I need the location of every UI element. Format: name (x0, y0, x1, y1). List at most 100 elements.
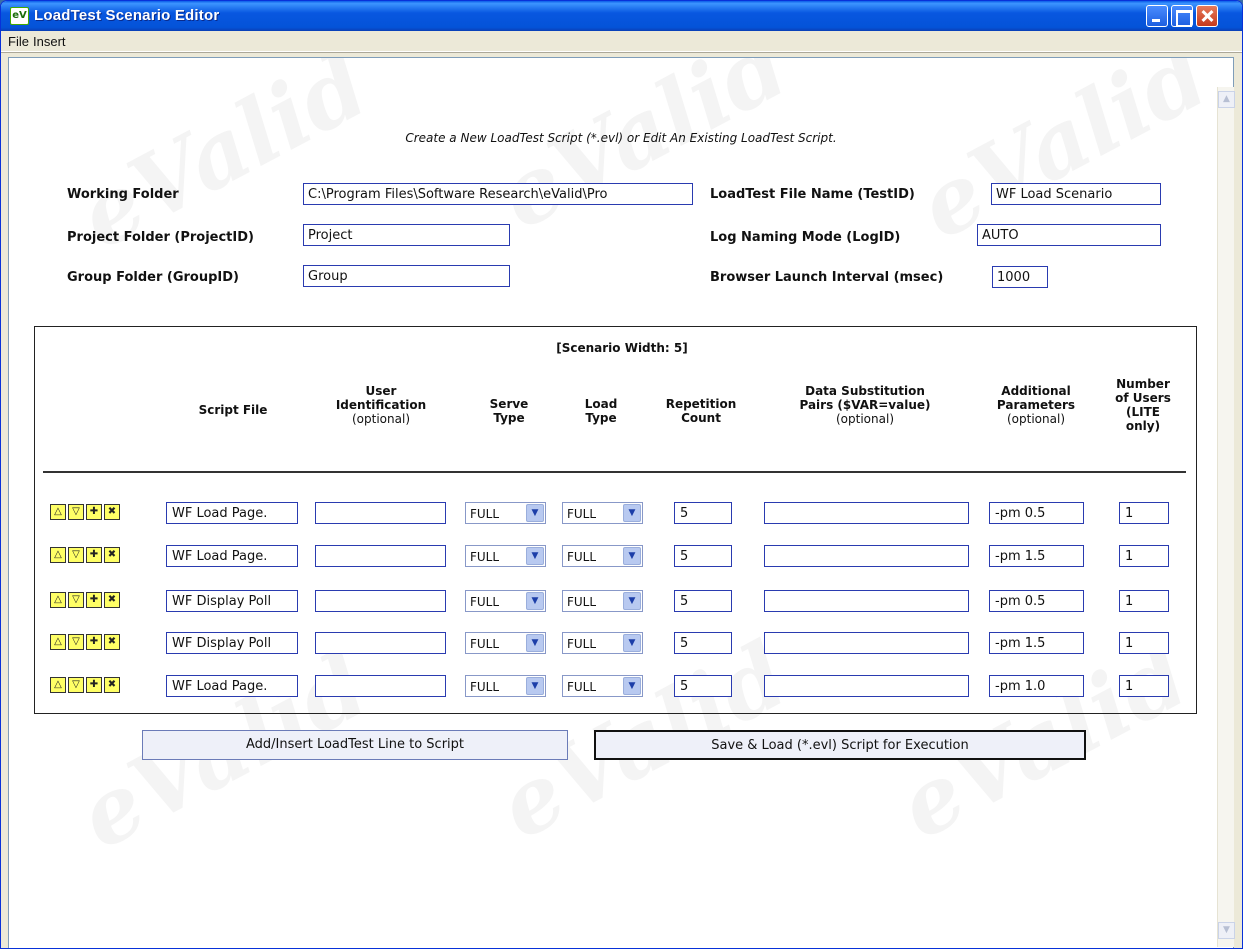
repetition-count-field[interactable]: 5 (674, 675, 732, 697)
vertical-scrollbar[interactable]: ▲ ▼ (1217, 87, 1235, 947)
delete-icon[interactable]: ✖ (104, 634, 120, 650)
serve-type-select[interactable]: FULL ▼ (465, 675, 546, 697)
chevron-down-icon[interactable]: ▼ (623, 677, 641, 695)
data-substitution-field[interactable] (764, 502, 969, 524)
project-folder-field[interactable]: Project (303, 224, 510, 246)
load-type-select[interactable]: FULL ▼ (562, 502, 643, 524)
launch-interval-label: Browser Launch Interval (msec) (710, 270, 944, 285)
chevron-down-icon[interactable]: ▼ (526, 504, 544, 522)
up-arrow-icon-glyph: △ (54, 636, 62, 647)
serve-type-select[interactable]: FULL ▼ (465, 545, 546, 567)
down-arrow-icon[interactable]: ▽ (68, 592, 84, 608)
down-arrow-icon-glyph: ▽ (72, 506, 80, 517)
additional-parameters-field[interactable]: -pm 1.5 (989, 632, 1084, 654)
number-of-users-field[interactable]: 1 (1119, 675, 1169, 697)
up-arrow-icon[interactable]: △ (50, 504, 66, 520)
additional-parameters-field[interactable]: -pm 0.5 (989, 590, 1084, 612)
serve-type-value: FULL (470, 507, 500, 521)
group-folder-field[interactable]: Group (303, 265, 510, 287)
up-arrow-icon[interactable]: △ (50, 592, 66, 608)
delete-icon[interactable]: ✖ (104, 504, 120, 520)
up-arrow-icon[interactable]: △ (50, 677, 66, 693)
up-arrow-icon[interactable]: △ (50, 547, 66, 563)
add-insert-line-button[interactable]: Add/Insert LoadTest Line to Script (142, 730, 568, 760)
number-of-users-field[interactable]: 1 (1119, 590, 1169, 612)
number-of-users-field[interactable]: 1 (1119, 545, 1169, 567)
script-file-field[interactable]: WF Display Poll (166, 632, 298, 654)
number-of-users-field[interactable]: 1 (1119, 502, 1169, 524)
add-icon-glyph: ✚ (89, 549, 99, 560)
log-naming-field[interactable]: AUTO (977, 224, 1161, 246)
down-arrow-icon[interactable]: ▽ (68, 634, 84, 650)
serve-type-select[interactable]: FULL ▼ (465, 632, 546, 654)
loadtest-file-field[interactable]: WF Load Scenario (991, 183, 1161, 205)
down-arrow-icon[interactable]: ▽ (68, 504, 84, 520)
add-icon[interactable]: ✚ (86, 504, 102, 520)
user-id-field[interactable] (315, 545, 446, 567)
delete-icon[interactable]: ✖ (104, 547, 120, 563)
add-icon[interactable]: ✚ (86, 547, 102, 563)
data-substitution-field[interactable] (764, 545, 969, 567)
chevron-down-icon[interactable]: ▼ (526, 677, 544, 695)
chevron-down-icon[interactable]: ▼ (526, 592, 544, 610)
save-load-script-button[interactable]: Save & Load (*.evl) Script for Execution (594, 730, 1086, 760)
scroll-down-icon[interactable]: ▼ (1218, 922, 1235, 939)
close-button[interactable] (1196, 5, 1218, 27)
down-arrow-icon-glyph: ▽ (72, 679, 80, 690)
col-header-load-type: Load Type (584, 397, 618, 425)
up-arrow-icon[interactable]: △ (50, 634, 66, 650)
repetition-count-field[interactable]: 5 (674, 502, 732, 524)
user-id-field[interactable] (315, 632, 446, 654)
menu-insert[interactable]: Insert (33, 34, 66, 49)
repetition-count-field[interactable]: 5 (674, 545, 732, 567)
script-file-field[interactable]: WF Load Page. (166, 545, 298, 567)
delete-icon[interactable]: ✖ (104, 592, 120, 608)
maximize-button[interactable] (1171, 5, 1193, 27)
up-arrow-icon-glyph: △ (54, 679, 62, 690)
load-type-select[interactable]: FULL ▼ (562, 675, 643, 697)
down-arrow-icon[interactable]: ▽ (68, 547, 84, 563)
chevron-down-icon[interactable]: ▼ (623, 634, 641, 652)
col-header-number-of-users: Number of Users (LITE only) (1115, 377, 1171, 433)
load-type-select[interactable]: FULL ▼ (562, 590, 643, 612)
add-icon[interactable]: ✚ (86, 592, 102, 608)
chevron-down-icon[interactable]: ▼ (526, 634, 544, 652)
loadtest-file-label: LoadTest File Name (TestID) (710, 187, 915, 202)
repetition-count-field[interactable]: 5 (674, 632, 732, 654)
down-arrow-icon[interactable]: ▽ (68, 677, 84, 693)
repetition-count-field[interactable]: 5 (674, 590, 732, 612)
minimize-button[interactable] (1146, 5, 1168, 27)
scroll-up-icon[interactable]: ▲ (1218, 91, 1235, 108)
data-substitution-field[interactable] (764, 632, 969, 654)
add-icon[interactable]: ✚ (86, 634, 102, 650)
additional-parameters-field[interactable]: -pm 1.0 (989, 675, 1084, 697)
chevron-down-icon[interactable]: ▼ (623, 592, 641, 610)
user-id-field[interactable] (315, 590, 446, 612)
additional-parameters-field[interactable]: -pm 0.5 (989, 502, 1084, 524)
launch-interval-field[interactable]: 1000 (992, 266, 1048, 288)
menu-file[interactable]: File (8, 34, 29, 49)
script-file-field[interactable]: WF Load Page. (166, 675, 298, 697)
load-type-select[interactable]: FULL ▼ (562, 545, 643, 567)
add-icon-glyph: ✚ (89, 594, 99, 605)
title-bar[interactable]: eV LoadTest Scenario Editor (1, 1, 1242, 31)
script-file-field[interactable]: WF Display Poll (166, 590, 298, 612)
chevron-down-icon[interactable]: ▼ (623, 504, 641, 522)
load-type-select[interactable]: FULL ▼ (562, 632, 643, 654)
data-substitution-field[interactable] (764, 675, 969, 697)
delete-icon[interactable]: ✖ (104, 677, 120, 693)
user-id-field[interactable] (315, 502, 446, 524)
working-folder-field[interactable]: C:\Program Files\Software Research\eVali… (303, 183, 693, 205)
number-of-users-field[interactable]: 1 (1119, 632, 1169, 654)
user-id-field[interactable] (315, 675, 446, 697)
col-header-repetition-count: Repetition Count (665, 397, 737, 425)
script-file-field[interactable]: WF Load Page. (166, 502, 298, 524)
serve-type-select[interactable]: FULL ▼ (465, 502, 546, 524)
add-icon-glyph: ✚ (89, 679, 99, 690)
chevron-down-icon[interactable]: ▼ (526, 547, 544, 565)
data-substitution-field[interactable] (764, 590, 969, 612)
chevron-down-icon[interactable]: ▼ (623, 547, 641, 565)
add-icon[interactable]: ✚ (86, 677, 102, 693)
additional-parameters-field[interactable]: -pm 1.5 (989, 545, 1084, 567)
serve-type-select[interactable]: FULL ▼ (465, 590, 546, 612)
